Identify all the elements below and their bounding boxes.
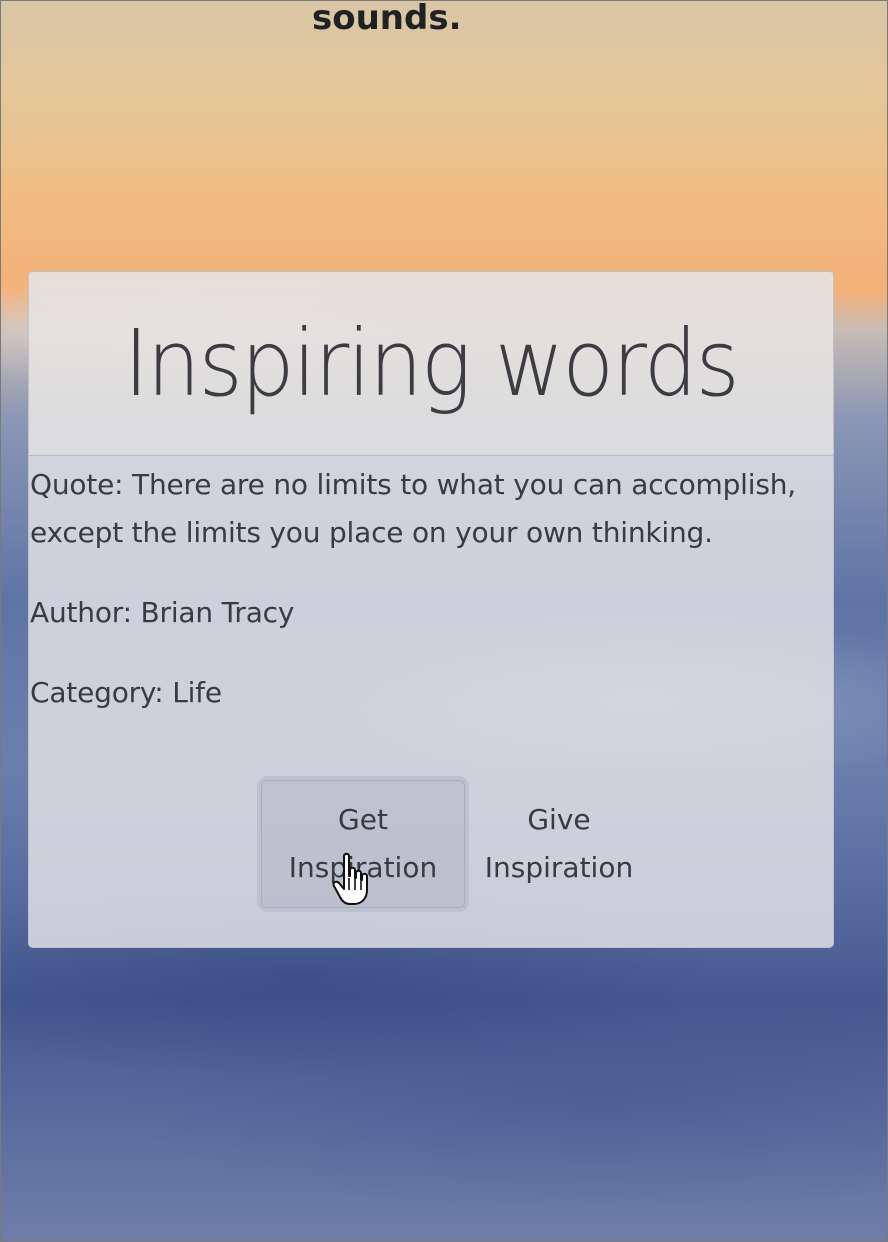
category-text: Category: Life <box>30 676 222 709</box>
give-inspiration-button[interactable]: Give Inspiration <box>465 780 653 908</box>
header-text-fragment: sounds. <box>312 0 462 38</box>
author-text: Author: Brian Tracy <box>30 596 295 629</box>
card-body: Quote: There are no limits to what you c… <box>29 461 833 717</box>
quote-card: Inspiring words Quote: There are no limi… <box>28 271 834 948</box>
get-inspiration-label-line1: Get <box>338 803 388 836</box>
card-header: Inspiring words <box>29 272 833 456</box>
action-buttons: Get Inspiration Give Inspiration <box>261 780 653 908</box>
page-title: Inspiring words <box>123 309 740 417</box>
give-inspiration-label-line2: Inspiration <box>484 851 634 884</box>
hand-pointer-icon <box>332 852 368 905</box>
give-inspiration-label-line1: Give <box>527 803 591 836</box>
quote-text: Quote: There are no limits to what you c… <box>30 468 796 549</box>
